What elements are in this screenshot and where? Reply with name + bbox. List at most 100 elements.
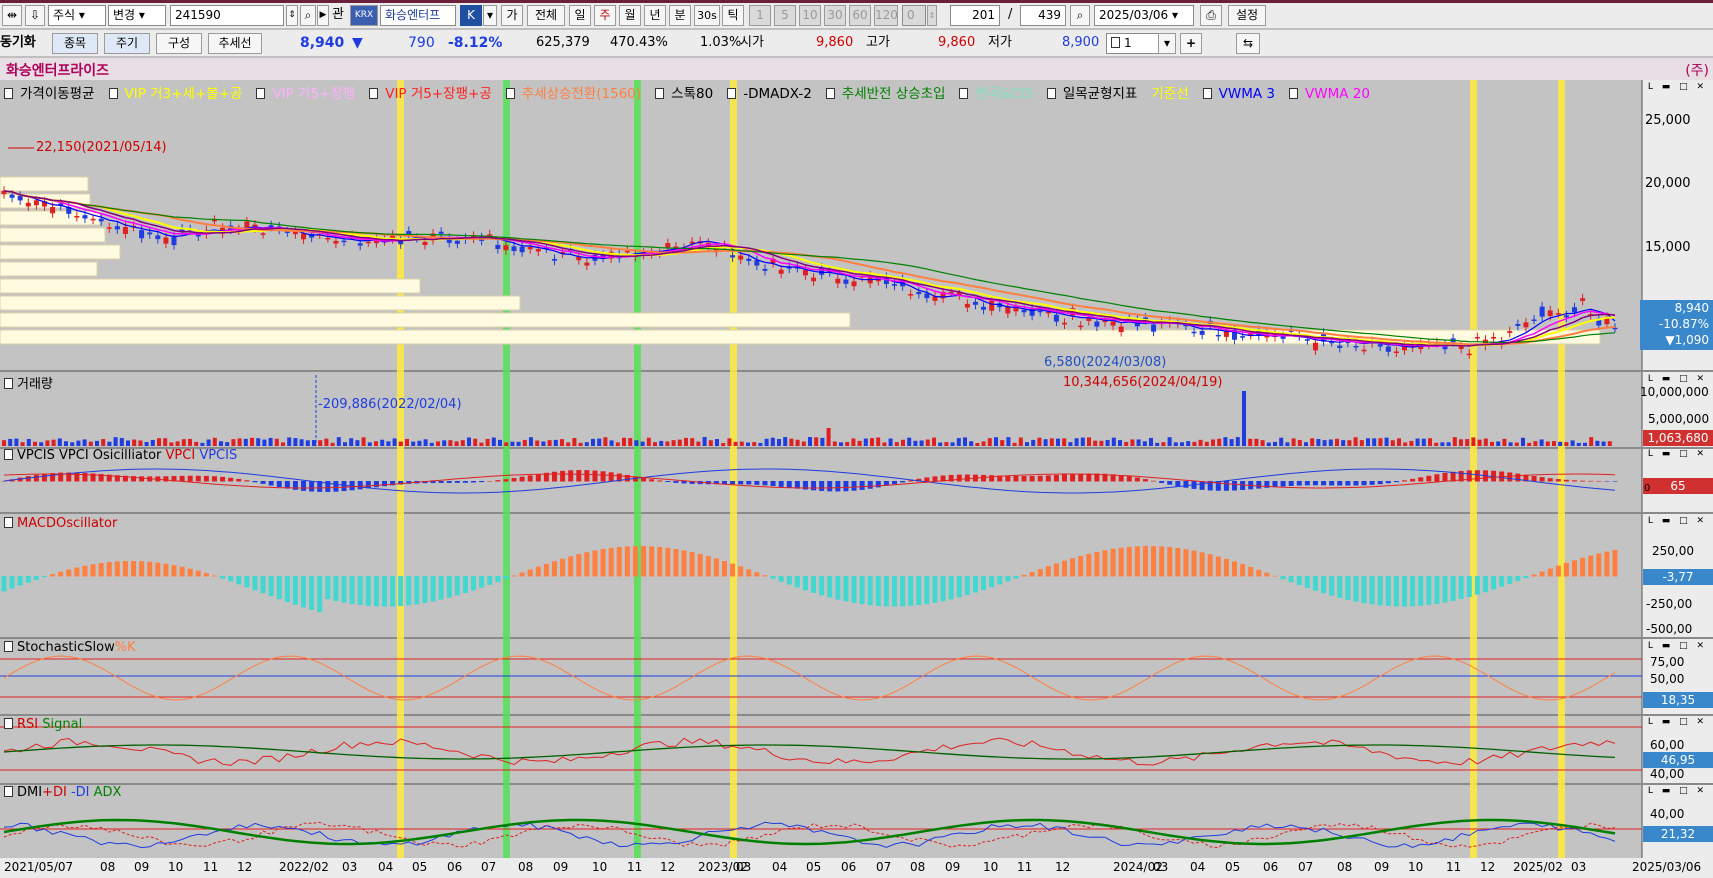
dmi-checkbox[interactable] <box>4 786 13 797</box>
search-icon[interactable]: ⌕ <box>300 5 316 26</box>
rsi-panel-bg <box>0 716 1642 783</box>
macd-bar <box>406 576 412 606</box>
next-arrow-icon[interactable]: ▶ <box>317 5 329 26</box>
legend-checkbox[interactable] <box>1288 88 1298 99</box>
vpci-bar <box>211 476 217 482</box>
interval-spinner-icon[interactable]: ⇕ <box>927 5 937 26</box>
legend-item[interactable]: 스톡80 <box>655 86 720 102</box>
volume-axis-5m: 5,000,000 <box>1648 412 1710 426</box>
interval-30[interactable]: 30 <box>824 5 846 26</box>
dmi-panel-controls[interactable]: L ▬ □ ✕ <box>1648 786 1707 796</box>
rsi-checkbox[interactable] <box>4 718 13 729</box>
vpci-checkbox[interactable] <box>4 449 13 460</box>
legend-item[interactable]: VIP 거5+장팽+공 <box>369 86 499 102</box>
macd-checkbox[interactable] <box>4 517 13 528</box>
collapse-icon[interactable]: ⇩ <box>25 5 45 26</box>
macd-bar <box>1 576 7 592</box>
vpci-bar <box>228 477 234 482</box>
price-panel-controls[interactable]: L ▬ □ ✕ <box>1648 82 1707 92</box>
volume-checkbox[interactable] <box>4 378 13 389</box>
period-tick[interactable]: 틱 <box>722 5 744 26</box>
period-year[interactable]: 년 <box>644 5 666 26</box>
legend-item[interactable]: VIP 거3+세+볼+공 <box>108 86 250 102</box>
layout-icon[interactable]: ⇆ <box>1236 33 1260 54</box>
chart-area[interactable] <box>0 80 1713 878</box>
save-icon[interactable]: ⎙ <box>1200 5 1222 26</box>
legend-checkbox[interactable] <box>505 88 515 99</box>
add-chart-icon[interactable]: + <box>1180 33 1202 54</box>
macd-bar <box>1256 569 1262 577</box>
stoch-panel-controls[interactable]: L ▬ □ ✕ <box>1648 641 1707 651</box>
legend-item[interactable]: 가격이동평균 <box>4 86 102 102</box>
mode-select[interactable]: 변경 ▾ <box>108 5 166 26</box>
legend-checkbox[interactable] <box>4 88 13 99</box>
volume-bar <box>1217 438 1222 446</box>
interval-60[interactable]: 60 <box>849 5 871 26</box>
vpci-bar <box>519 476 525 482</box>
all-button[interactable]: 전체 <box>527 5 565 26</box>
period-day[interactable]: 일 <box>569 5 591 26</box>
legend-item[interactable]: VIP 거5+장팽 <box>256 86 362 102</box>
legend-item[interactable]: VWMA 3 <box>1202 86 1282 102</box>
macd-bar <box>276 576 282 600</box>
tab-composition[interactable]: 구성 <box>156 33 202 54</box>
volume-bar <box>194 441 199 446</box>
interval-10[interactable]: 10 <box>799 5 821 26</box>
legend-checkbox[interactable] <box>825 88 835 99</box>
display-count-input[interactable]: 201 <box>950 5 1000 26</box>
ga-button[interactable]: 가 <box>501 5 523 26</box>
legend-item[interactable]: 추세반전 상승초입 <box>825 86 953 102</box>
legend-checkbox[interactable] <box>369 88 379 99</box>
legend-checkbox[interactable] <box>959 88 969 99</box>
tab-stock[interactable]: 종목 <box>52 33 98 54</box>
interval-120[interactable]: 120 <box>874 5 898 26</box>
legend-checkbox[interactable] <box>1046 88 1056 99</box>
macd-panel-controls[interactable]: L ▬ □ ✕ <box>1648 516 1707 526</box>
chart-count-select[interactable]: 1 <box>1106 33 1166 54</box>
zoom-search-icon[interactable]: ⌕ <box>1070 5 1090 26</box>
stoch-checkbox[interactable] <box>4 641 13 652</box>
krx-badge[interactable]: KRX <box>350 5 378 26</box>
chart-count-dropdown-icon[interactable]: ▾ <box>1158 33 1176 54</box>
volume-bar <box>436 441 440 446</box>
legend-checkbox[interactable] <box>108 88 118 99</box>
macd-bar <box>1005 576 1011 582</box>
interval-1[interactable]: 1 <box>749 5 771 26</box>
legend-item[interactable]: 변곡&CI5 <box>959 86 1039 102</box>
market-select[interactable]: 주식 ▾ <box>48 5 106 26</box>
pin-icon[interactable]: ⇹ <box>2 5 22 26</box>
volume-panel-controls[interactable]: L ▬ □ ✕ <box>1648 374 1707 384</box>
volume-bar <box>1186 441 1191 446</box>
volume-ratio: 470.43% <box>610 35 668 50</box>
date-picker[interactable]: 2025/03/06 ▾ <box>1094 5 1194 26</box>
legend-item[interactable]: 기준선 <box>1151 86 1195 102</box>
legend-item[interactable]: 추세상승전환(1560) <box>505 86 648 102</box>
interval-5[interactable]: 5 <box>774 5 796 26</box>
period-week[interactable]: 주 <box>594 5 616 26</box>
legend-checkbox[interactable] <box>1202 88 1212 99</box>
vpci-panel-controls[interactable]: L ▬ □ ✕ <box>1648 449 1707 459</box>
stock-code-input[interactable]: 241590 <box>170 5 284 26</box>
legend-checkbox[interactable] <box>727 88 737 99</box>
tab-trendline[interactable]: 추세선 <box>208 33 262 54</box>
interval-custom-input[interactable]: 0 <box>902 5 926 26</box>
period-month[interactable]: 월 <box>619 5 641 26</box>
stock-name-field[interactable]: 화승엔터프 <box>380 5 456 26</box>
legend-checkbox[interactable] <box>655 88 665 99</box>
settings-button[interactable]: 설정 <box>1228 5 1266 26</box>
k-dropdown-icon[interactable]: ▾ <box>483 5 497 26</box>
period-minute[interactable]: 분 <box>669 5 691 26</box>
macd-bar <box>446 576 452 598</box>
legend-item[interactable]: VWMA 20 <box>1288 86 1377 102</box>
legend-item[interactable]: 일목균형지표 <box>1046 86 1145 102</box>
period-30s[interactable]: 30s <box>694 5 720 26</box>
k-button[interactable]: K <box>460 5 482 26</box>
legend-item[interactable]: -DMADX-2 <box>727 86 819 102</box>
chart-count-checkbox[interactable] <box>1111 37 1120 48</box>
legend-checkbox[interactable] <box>256 88 266 99</box>
candle-body <box>1337 345 1343 349</box>
gwan-label[interactable]: 관 <box>332 4 344 26</box>
code-spinner-icon[interactable]: ⇕ <box>286 5 298 26</box>
rsi-panel-controls[interactable]: L ▬ □ ✕ <box>1648 717 1707 727</box>
tab-period[interactable]: 주기 <box>104 33 150 54</box>
